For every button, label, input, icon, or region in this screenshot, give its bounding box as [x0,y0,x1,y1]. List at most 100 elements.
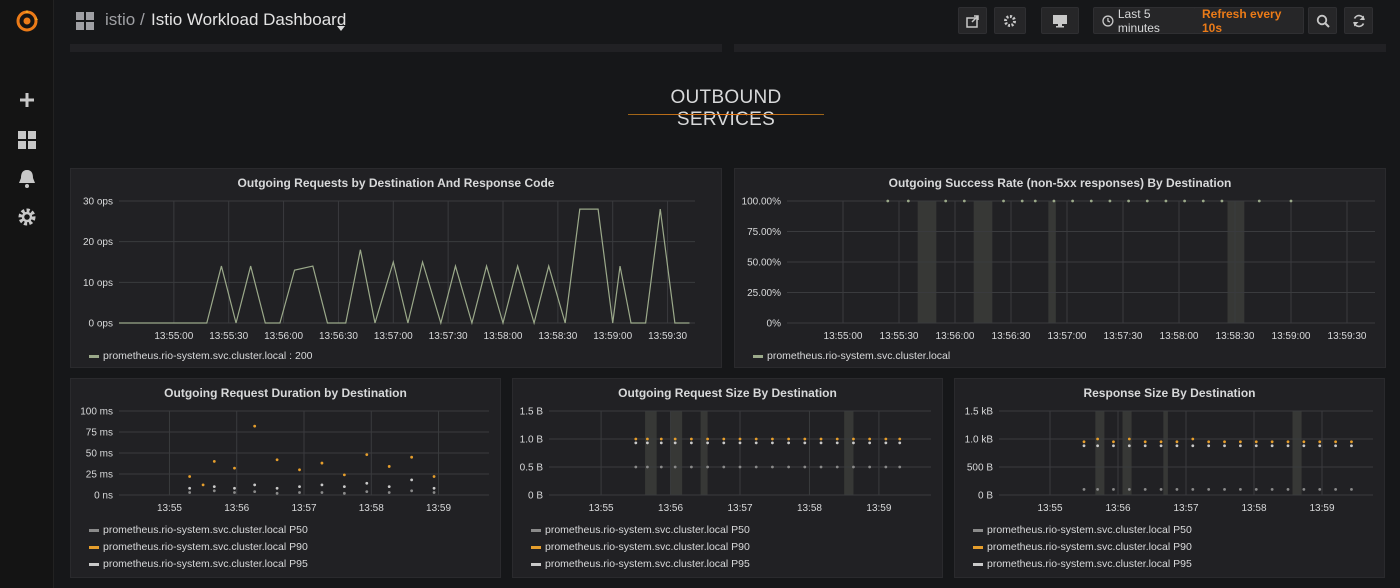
data-point [884,441,888,445]
legend-item[interactable]: prometheus.rio-system.svc.cluster.local … [973,524,1192,536]
legend-item[interactable]: prometheus.rio-system.svc.cluster.local … [531,541,750,553]
data-point [1159,488,1163,491]
data-point [771,465,774,469]
x-tick-label: 13:57 [1173,503,1198,514]
row-title[interactable]: OUTBOUND SERVICES [628,87,824,131]
request-size-chart[interactable]: 0 B 0.5 B 1.0 B 1.5 B 13:55 13:56 13:57 13:58 13… [513,399,944,529]
zoom-out-button[interactable] [1308,7,1337,34]
data-point [659,437,663,441]
data-point [803,465,807,469]
bell-icon[interactable] [14,166,40,192]
top-bar: istio / Istio Workload Dashboard Last 5 … [54,0,1400,44]
data-point [906,199,910,203]
x-tick-label: 13:55:30 [209,331,248,342]
share-button[interactable] [958,7,987,34]
data-point [1127,488,1131,491]
legend-item[interactable]: prometheus.rio-system.svc.cluster.local … [531,524,750,536]
dashboards-grid-icon[interactable] [76,12,94,35]
data-point [298,468,301,472]
refresh-button[interactable] [1344,7,1373,34]
y-tick-label: 0% [767,319,782,330]
y-tick-label: 75 ms [86,428,113,439]
legend-swatch [531,545,541,549]
data-point [233,491,236,494]
x-tick-label: 13:57:30 [429,331,468,342]
data-point [1286,440,1290,444]
data-point [634,437,638,441]
data-point [819,441,823,445]
legend-item[interactable]: prometheus.rio-system.svc.cluster.local … [973,558,1192,570]
legend-item[interactable]: prometheus.rio-system.svc.cluster.local … [89,558,308,570]
data-point [1286,488,1290,491]
data-point [1112,444,1115,448]
data-point [1286,444,1290,448]
data-point [432,486,436,490]
success-rate-chart[interactable]: 0% 25.00% 50.00% 75.00% 100.00% 13:55:00 13:55… [735,187,1387,357]
data-point [365,490,369,494]
panel-title[interactable]: Response Size By Destination [955,386,1384,400]
time-range-button[interactable]: Last 5 minutes [1093,7,1204,35]
x-tick-label: 13:59 [426,503,451,514]
x-tick-label: 13:56 [224,503,249,514]
y-tick-label: 50.00% [747,258,781,269]
dashboards-icon[interactable] [14,127,40,153]
legend-item[interactable]: prometheus.rio-system.svc.cluster.local … [89,541,308,553]
data-point [432,491,436,494]
request-duration-chart[interactable]: 0 ns 25 ms 50 ms 75 ms 100 ms 13:55 13:56 13:57… [71,399,502,529]
legend-swatch [89,528,99,532]
data-point [1108,199,1112,203]
dashboard-settings-button[interactable] [994,7,1026,34]
data-point [188,475,192,478]
y-tick-label: 0 B [528,491,543,502]
data-point [673,465,677,469]
gear-icon[interactable] [14,204,40,230]
legend-item[interactable]: prometheus.rio-system.svc.cluster.local [753,350,950,362]
data-point [1191,444,1195,448]
legend-swatch [973,545,983,549]
data-point [634,441,638,445]
data-point [1223,444,1226,448]
refresh-interval-button[interactable]: Refresh every 10s [1194,7,1304,35]
panel-request-size[interactable]: Outgoing Request Size By Destination 0 B… [512,378,943,578]
x-tick-label: 13:56:30 [992,331,1031,342]
legend-swatch [89,562,99,566]
panel-title[interactable]: Outgoing Request Size By Destination [513,386,942,400]
response-size-chart[interactable]: 0 B 500 B 1.0 kB 1.5 kB 13:55 13:56 13:57 13:58… [955,399,1386,529]
data-point [754,437,758,441]
data-point [673,437,677,441]
highlight-band [1122,411,1132,495]
y-tick-label: 1.0 kB [965,435,994,446]
legend-item[interactable]: prometheus.rio-system.svc.cluster.local … [89,350,313,362]
legend-item[interactable]: prometheus.rio-system.svc.cluster.local … [973,541,1192,553]
data-point [1350,488,1353,491]
panel-success-rate[interactable]: Outgoing Success Rate (non-5xx responses… [734,168,1386,368]
x-tick-label: 13:57:00 [1048,331,1087,342]
data-point [898,441,902,445]
plus-icon[interactable] [14,87,40,113]
data-point [1082,444,1086,448]
x-tick-label: 13:58:30 [1216,331,1255,342]
legend-label: prometheus.rio-system.svc.cluster.local … [103,524,308,536]
data-point [1175,444,1179,448]
y-tick-label: 0.5 B [520,463,544,474]
panel-title[interactable]: Outgoing Request Duration by Destination [71,386,500,400]
chevron-down-icon[interactable] [337,19,345,37]
data-point [1239,488,1242,491]
x-tick-label: 13:55 [589,503,614,514]
legend-item[interactable]: prometheus.rio-system.svc.cluster.local … [531,558,750,570]
panel-request-duration[interactable]: Outgoing Request Duration by Destination… [70,378,501,578]
tv-mode-button[interactable] [1041,7,1079,34]
highlight-band [844,411,854,495]
data-point [706,465,709,469]
data-point [1052,199,1056,203]
panel-response-size[interactable]: Response Size By Destination 0 B 500 B 1.0… [954,378,1385,578]
breadcrumb-folder[interactable]: istio [105,10,135,30]
data-point [387,485,391,488]
data-point [365,453,369,457]
legend-item[interactable]: prometheus.rio-system.svc.cluster.local … [89,524,308,536]
dashboard-title[interactable]: Istio Workload Dashboard [151,10,346,30]
grafana-logo-icon[interactable] [14,8,40,34]
panel-outgoing-requests[interactable]: Outgoing Requests by Destination And Res… [70,168,722,368]
requests-chart[interactable]: 0 ops 10 ops 20 ops 30 ops 13:55:00 13:55:30 1… [71,187,723,357]
data-point [835,441,839,445]
